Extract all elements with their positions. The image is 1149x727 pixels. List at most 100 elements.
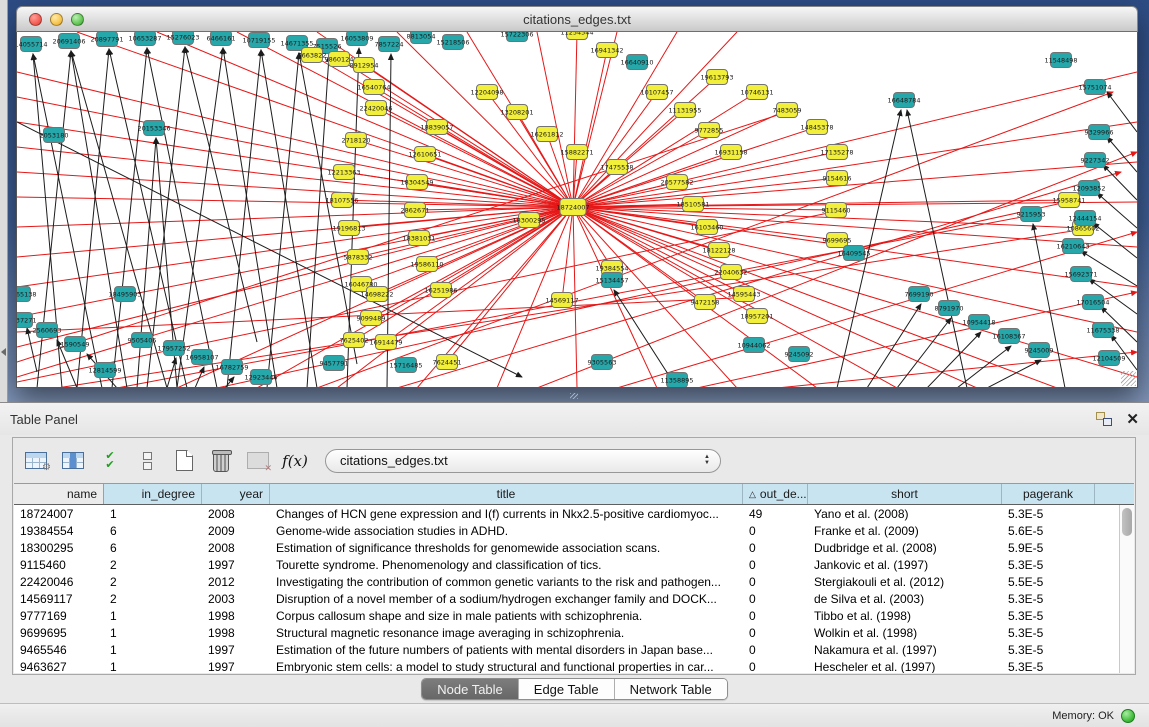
graph-node[interactable]: 6466161	[207, 32, 236, 46]
graph-node[interactable]: 2560693	[33, 323, 62, 338]
graph-edge[interactable]	[573, 32, 617, 207]
graph-node[interactable]: 8791970	[935, 301, 964, 316]
graph-node[interactable]: 15276023	[166, 32, 199, 45]
column-header-in_degree[interactable]: in_degree	[104, 484, 202, 504]
graph-edge[interactable]	[17, 97, 573, 207]
graph-edge[interactable]	[27, 328, 37, 372]
graph-edge[interactable]	[1103, 165, 1137, 200]
table-cell[interactable]: Hescheler et al. (1997)	[808, 658, 1002, 673]
table-cell[interactable]: 2012	[202, 573, 270, 590]
table-cell[interactable]: 14569117	[14, 590, 104, 607]
table-cell[interactable]: 2	[104, 573, 202, 590]
table-cell[interactable]: 2	[104, 590, 202, 607]
table-cell[interactable]: 1997	[202, 641, 270, 658]
close-panel-icon[interactable]: ✕	[1126, 412, 1139, 427]
table-cell[interactable]: 5.3E-5	[1002, 641, 1095, 658]
table-cell[interactable]: Changes of HCN gene expression and I(f) …	[270, 505, 743, 522]
table-row[interactable]: 1938455462009Genome-wide association stu…	[14, 522, 1134, 539]
table-cell[interactable]: 5.5E-5	[1002, 573, 1095, 590]
graph-node[interactable]: 7857224	[375, 37, 404, 52]
table-settings-icon[interactable]: ⚙	[23, 448, 49, 474]
table-cell[interactable]: 5.3E-5	[1002, 607, 1095, 624]
graph-node[interactable]: 5878332	[344, 250, 373, 265]
graph-node[interactable]: 7663822	[298, 48, 327, 63]
tab-edge-table[interactable]: Edge Table	[519, 679, 615, 699]
table-cell[interactable]: 9465546	[14, 641, 104, 658]
graph-node[interactable]: 18122128	[702, 243, 735, 258]
graph-node[interactable]: 16640910	[620, 55, 653, 70]
column-header-out_de[interactable]: △out_de...	[743, 484, 808, 504]
graph-node[interactable]: 9115460	[822, 203, 851, 218]
graph-node[interactable]: 10107457	[640, 85, 673, 100]
table-vertical-scrollbar[interactable]	[1119, 505, 1134, 673]
table-row[interactable]: 911546021997Tourette syndrome. Phenomeno…	[14, 556, 1134, 573]
table-cell[interactable]: 1997	[202, 658, 270, 673]
graph-node[interactable]: 9245092	[785, 347, 814, 362]
table-cell[interactable]: Yano et al. (2008)	[808, 505, 1002, 522]
new-table-icon[interactable]	[171, 448, 197, 474]
table-cell[interactable]: 1	[104, 607, 202, 624]
graph-node[interactable]: 12104509	[1092, 351, 1125, 366]
table-row[interactable]: 1830029562008Estimation of significance …	[14, 539, 1134, 556]
table-cell[interactable]: 0	[743, 658, 808, 673]
graph-node[interactable]: 9937271	[17, 313, 36, 328]
table-cell[interactable]: 5.6E-5	[1002, 522, 1095, 539]
graph-node[interactable]: 9245009	[1025, 343, 1054, 358]
network-view-window[interactable]: citations_edges.txt 14055714206914062089…	[16, 6, 1138, 388]
table-cell[interactable]: Investigating the contribution of common…	[270, 573, 743, 590]
graph-node[interactable]: 15134457	[595, 273, 628, 288]
network-canvas[interactable]: 1405571420691406208977911065328715276023…	[16, 32, 1138, 388]
graph-edge[interactable]	[573, 122, 1137, 207]
zoom-window-icon[interactable]	[71, 13, 84, 26]
graph-node[interactable]: 17016504	[1076, 295, 1109, 310]
graph-edge[interactable]	[267, 53, 299, 388]
graph-node[interactable]: 9329966	[1085, 125, 1114, 140]
column-header-short[interactable]: short	[808, 484, 1002, 504]
table-row[interactable]: 2242004622012Investigating the contribut…	[14, 573, 1134, 590]
minimize-window-icon[interactable]	[50, 13, 63, 26]
graph-node[interactable]: 9305563	[588, 355, 617, 370]
table-cell[interactable]: Genome-wide association studies in ADHD.	[270, 522, 743, 539]
table-row[interactable]: 1872400712008Changes of HCN gene express…	[14, 505, 1134, 522]
panel-splitter-grip[interactable]	[570, 393, 578, 399]
graph-node[interactable]: 11358895	[660, 373, 693, 388]
table-cell[interactable]: Wolkin et al. (1998)	[808, 624, 1002, 641]
table-cell[interactable]: de Silva et al. (2003)	[808, 590, 1002, 607]
table-cell[interactable]: 2	[104, 556, 202, 573]
table-cell[interactable]: 2009	[202, 522, 270, 539]
table-cell[interactable]: Jankovic et al. (1997)	[808, 556, 1002, 573]
table-selector-dropdown[interactable]: citations_edges.txt ▲▼	[325, 449, 721, 473]
graph-node[interactable]: 12814599	[88, 363, 121, 378]
table-row[interactable]: 1456911722003Disruption of a novel membe…	[14, 590, 1134, 607]
graph-node[interactable]: 8813054	[407, 32, 436, 44]
table-row[interactable]: 969969511998Structural magnetic resonanc…	[14, 624, 1134, 641]
graph-edge[interactable]	[537, 32, 573, 207]
graph-node[interactable]: 10954418	[962, 315, 995, 330]
graph-node[interactable]: 9154616	[823, 171, 852, 186]
table-row[interactable]: 946554611997Estimation of the future num…	[14, 641, 1134, 658]
graph-edge[interactable]	[195, 367, 204, 388]
table-cell[interactable]: 2003	[202, 590, 270, 607]
graph-node[interactable]: 18304549	[400, 175, 433, 190]
table-row[interactable]: 977716911998Corpus callosum shape and si…	[14, 607, 1134, 624]
table-cell[interactable]: Tourette syndrome. Phenomenology and cla…	[270, 556, 743, 573]
graph-node[interactable]: 16108367	[992, 329, 1025, 344]
graph-node[interactable]: 16648784	[887, 93, 920, 108]
float-panel-icon[interactable]	[1096, 412, 1112, 426]
table-row[interactable]: 946362711997Embryonic stem cells: a mode…	[14, 658, 1134, 673]
table-cell[interactable]: Nakamura et al. (1997)	[808, 641, 1002, 658]
graph-node[interactable]: 19586110	[410, 257, 443, 272]
table-cell[interactable]: Embryonic stem cells: a model to study s…	[270, 658, 743, 673]
graph-edge[interactable]	[307, 56, 329, 388]
table-cell[interactable]: 0	[743, 556, 808, 573]
table-cell[interactable]: Estimation of significance thresholds fo…	[270, 539, 743, 556]
graph-node[interactable]: 9099489	[357, 311, 386, 326]
table-cell[interactable]: 1	[104, 505, 202, 522]
table-cell[interactable]: 1997	[202, 556, 270, 573]
table-cell[interactable]: 5.3E-5	[1002, 505, 1095, 522]
table-cell[interactable]: Stergiakouli et al. (2012)	[808, 573, 1002, 590]
graph-node[interactable]: 15722306	[500, 32, 533, 42]
table-cell[interactable]: 2008	[202, 505, 270, 522]
table-cell[interactable]: 22420046	[14, 573, 104, 590]
graph-edge[interactable]	[1097, 193, 1137, 228]
